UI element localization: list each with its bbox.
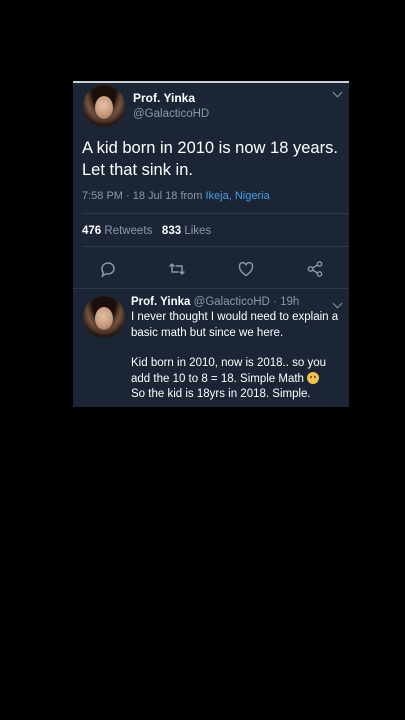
reply-icon[interactable] xyxy=(99,260,117,278)
tweet-screenshot: Prof. Yinka @GalacticoHD A kid born in 2… xyxy=(73,81,349,407)
emoji-icon xyxy=(307,371,320,384)
avatar[interactable] xyxy=(83,296,125,338)
chevron-down-icon[interactable] xyxy=(332,87,343,98)
reply-line: So the kid is 18yrs in 2018. Simple. xyxy=(131,388,311,400)
divider xyxy=(82,246,349,247)
reply-author-name[interactable]: Prof. Yinka xyxy=(131,296,190,308)
reply-header: Prof. Yinka @GalacticoHD · 19h xyxy=(131,296,299,308)
tweet-stats: 476 Retweets 833 Likes xyxy=(82,225,211,237)
reply-paragraph: I never thought I would need to explain … xyxy=(131,311,339,339)
retweets-label[interactable]: Retweets xyxy=(104,225,152,237)
reply-paragraph: Kid born in 2010, now is 2018.. so you a… xyxy=(131,356,345,387)
tweet-location-link[interactable]: Ikeja, Nigeria xyxy=(206,190,270,202)
retweets-count[interactable]: 476 xyxy=(82,225,101,237)
reply-line: Kid born in 2010, now is 2018.. so you a… xyxy=(131,357,326,385)
share-icon[interactable] xyxy=(306,260,324,278)
author-handle[interactable]: @GalacticoHD xyxy=(133,108,209,120)
retweet-icon[interactable] xyxy=(168,260,186,278)
tweet-text: A kid born in 2010 is now 18 years. Let … xyxy=(82,139,338,179)
reply-text: I never thought I would need to explain … xyxy=(131,310,345,403)
likes-count[interactable]: 833 xyxy=(162,225,181,237)
tweet-meta: 7:58 PM · 18 Jul 18 from Ikeja, Nigeria xyxy=(82,190,270,202)
reply-handle-time[interactable]: @GalacticoHD · 19h xyxy=(194,296,300,308)
author-name[interactable]: Prof. Yinka xyxy=(133,91,195,105)
likes-label[interactable]: Likes xyxy=(184,225,211,237)
chevron-down-icon[interactable] xyxy=(332,298,343,309)
action-bar xyxy=(73,255,349,283)
avatar[interactable] xyxy=(83,85,125,127)
divider xyxy=(82,213,349,214)
like-icon[interactable] xyxy=(237,260,255,278)
tweet-timestamp: 7:58 PM · 18 Jul 18 from xyxy=(82,190,206,202)
divider xyxy=(73,288,349,289)
